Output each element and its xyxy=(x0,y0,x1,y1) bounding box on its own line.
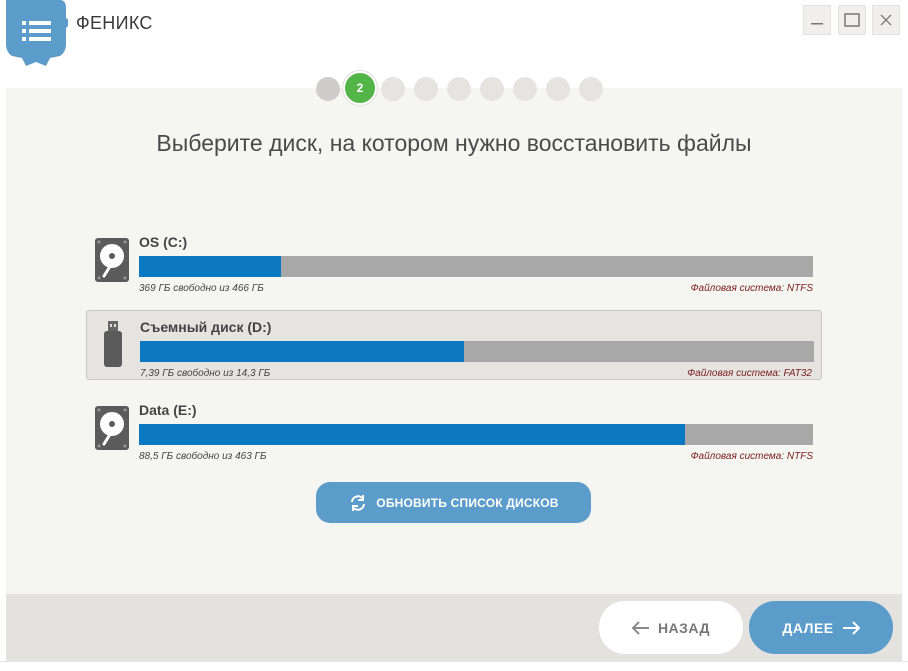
usb-drive-icon xyxy=(93,321,133,369)
wizard-stepper: 2 xyxy=(0,71,908,107)
minimize-icon xyxy=(811,23,823,25)
disk-usage-bar xyxy=(139,424,813,445)
disk-free-space: 369 ГБ свободно из 466 ГБ xyxy=(139,283,264,294)
step-3 xyxy=(381,77,405,101)
maximize-icon xyxy=(844,13,860,27)
app-title: ФЕНИКС xyxy=(76,13,153,33)
step-9 xyxy=(579,77,603,101)
disk-usage-fill xyxy=(139,256,281,277)
disk-item-d[interactable]: Съемный диск (D:) 7,39 ГБ свободно из 14… xyxy=(86,310,822,380)
refresh-icon xyxy=(351,494,366,511)
step-5 xyxy=(447,77,471,101)
back-label: НАЗАД xyxy=(657,619,711,636)
hard-disk-icon xyxy=(92,236,132,284)
disk-item-c[interactable]: OS (C:) 369 ГБ свободно из 466 ГБ Файлов… xyxy=(86,226,822,296)
step-6 xyxy=(480,77,504,101)
disk-usage-bar xyxy=(139,256,813,277)
disk-file-system: Файловая система: NTFS xyxy=(690,283,813,294)
minimize-button[interactable] xyxy=(803,5,831,35)
disk-name: OS (C:) xyxy=(139,234,188,250)
disk-free-space: 88,5 ГБ свободно из 463 ГБ xyxy=(139,451,267,462)
arrow-right-icon xyxy=(842,620,860,635)
disk-usage-fill xyxy=(140,341,464,362)
menu-gear-icon[interactable] xyxy=(6,0,72,66)
disk-name: Data (E:) xyxy=(139,402,197,418)
disk-free-space: 7,39 ГБ свободно из 14,3 ГБ xyxy=(140,368,271,379)
step-2-current: 2 xyxy=(343,71,377,105)
disk-item-e[interactable]: Data (E:) 88,5 ГБ свободно из 463 ГБ Фай… xyxy=(86,394,822,464)
maximize-button[interactable] xyxy=(838,5,866,35)
arrow-left-icon xyxy=(631,620,649,635)
hard-disk-icon xyxy=(92,404,132,452)
next-label: ДАЛЕЕ xyxy=(782,619,834,636)
page-heading: Выберите диск, на котором нужно восстано… xyxy=(156,130,752,156)
disk-file-system: Файловая система: FAT32 xyxy=(687,368,812,379)
step-1 xyxy=(316,77,340,101)
disk-usage-bar xyxy=(140,341,814,362)
disk-file-system: Файловая система: NTFS xyxy=(690,451,813,462)
back-button[interactable]: НАЗАД xyxy=(599,601,743,654)
step-8 xyxy=(546,77,570,101)
close-icon xyxy=(880,14,892,26)
close-button[interactable] xyxy=(872,5,900,35)
step-4 xyxy=(414,77,438,101)
disk-name: Съемный диск (D:) xyxy=(140,319,272,335)
disk-usage-fill xyxy=(139,424,685,445)
next-button[interactable]: ДАЛЕЕ xyxy=(749,601,893,654)
bottom-strip xyxy=(0,661,908,671)
refresh-disks-label: ОБНОВИТЬ СПИСОК ДИСКОВ xyxy=(376,495,559,510)
step-7 xyxy=(513,77,537,101)
refresh-disks-button[interactable]: ОБНОВИТЬ СПИСОК ДИСКОВ xyxy=(316,482,591,523)
